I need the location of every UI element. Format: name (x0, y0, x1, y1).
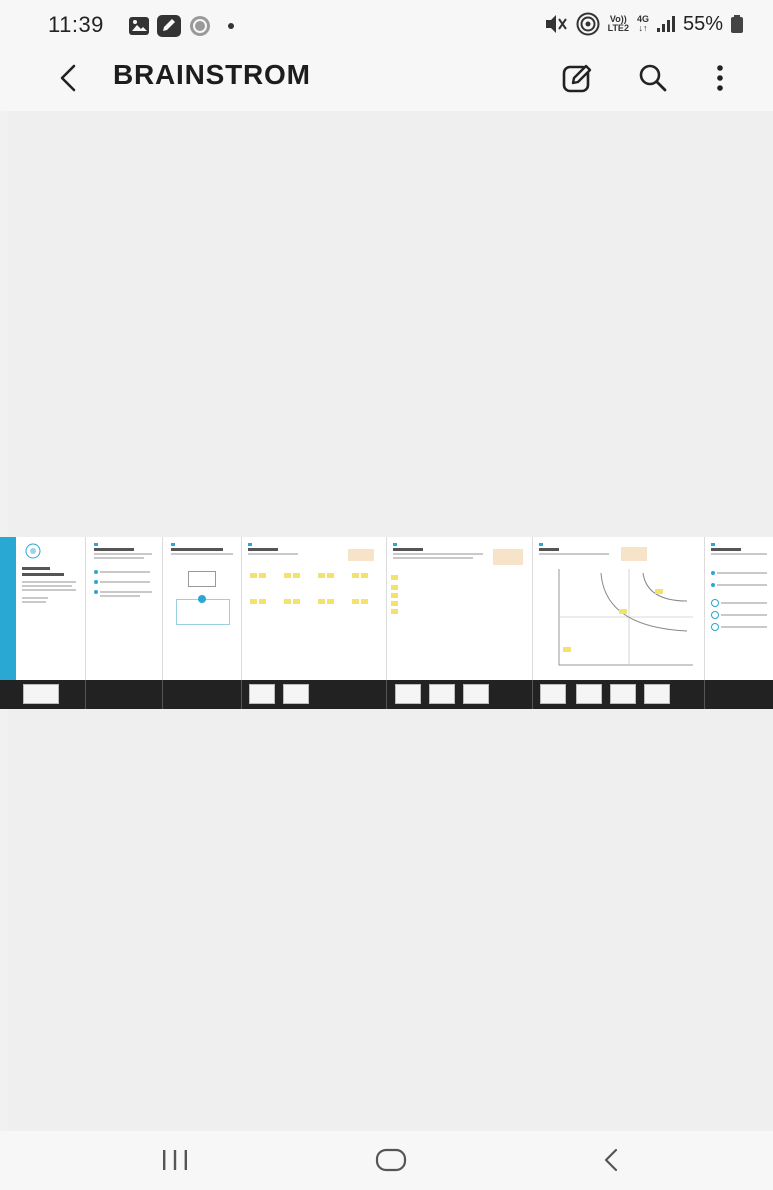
notification-icons (128, 14, 234, 38)
edit-icon (562, 64, 592, 93)
board-frame[interactable] (163, 537, 242, 680)
home-icon (375, 1148, 407, 1172)
board-frame[interactable] (0, 537, 86, 680)
system-back-button[interactable] (586, 1143, 636, 1177)
frame-thumbnail[interactable] (644, 684, 670, 704)
hotspot-icon (576, 12, 600, 36)
app-bar: BRAINSTROM (0, 48, 773, 111)
gallery-icon (129, 17, 149, 35)
sync-circle-icon (190, 16, 210, 36)
frames-row (0, 537, 773, 680)
system-nav-bar (0, 1131, 773, 1190)
battery-percent: 55% (682, 12, 723, 35)
signal-icon (656, 16, 675, 32)
network-generation: 4G ↓↑ (636, 14, 649, 33)
page-title: BRAINSTROM (113, 59, 311, 90)
recent-apps-button[interactable] (150, 1143, 200, 1177)
edit-square-icon (157, 15, 181, 37)
home-button[interactable] (366, 1143, 416, 1177)
board-frame[interactable] (242, 537, 387, 680)
board-frame[interactable] (705, 537, 773, 680)
frame-thumbnail[interactable] (610, 684, 636, 704)
board-frame[interactable] (533, 537, 705, 680)
more-vert-icon (717, 65, 723, 91)
board-overview[interactable] (0, 537, 773, 709)
board-frame[interactable] (86, 537, 163, 680)
battery-icon (731, 15, 743, 33)
recent-apps-icon (163, 1150, 187, 1170)
frame-thumbnail[interactable] (395, 684, 421, 704)
back-button[interactable] (50, 60, 86, 96)
volte-indicator: Vo)) LTE2 (607, 14, 629, 33)
frame-accent-bar (0, 537, 16, 680)
mute-icon (545, 15, 567, 33)
frame-thumbnail[interactable] (463, 684, 489, 704)
search-button[interactable] (633, 58, 673, 98)
more-options-button[interactable] (700, 58, 740, 98)
lightbulb-icon (25, 543, 41, 559)
frame-thumbnail[interactable] (23, 684, 59, 704)
edit-button[interactable] (558, 58, 598, 98)
board-frame[interactable] (387, 537, 533, 680)
status-time: 11:39 (48, 12, 104, 37)
search-icon (639, 64, 667, 92)
status-bar: 11:39 Vo)) LTE2 4G ↓↑ 55% (0, 0, 773, 48)
frame-thumbnail-strip (0, 680, 773, 709)
frame-thumbnail[interactable] (429, 684, 455, 704)
frame-thumbnail[interactable] (576, 684, 602, 704)
back-icon (604, 1148, 618, 1172)
prioritization-matrix (558, 569, 693, 666)
status-right: Vo)) LTE2 4G ↓↑ 55% (544, 12, 743, 36)
frame-thumbnail[interactable] (540, 684, 566, 704)
more-notifications-dot (228, 23, 234, 29)
back-arrow-icon (60, 64, 76, 92)
frame-thumbnail[interactable] (249, 684, 275, 704)
frame-thumbnail[interactable] (283, 684, 309, 704)
